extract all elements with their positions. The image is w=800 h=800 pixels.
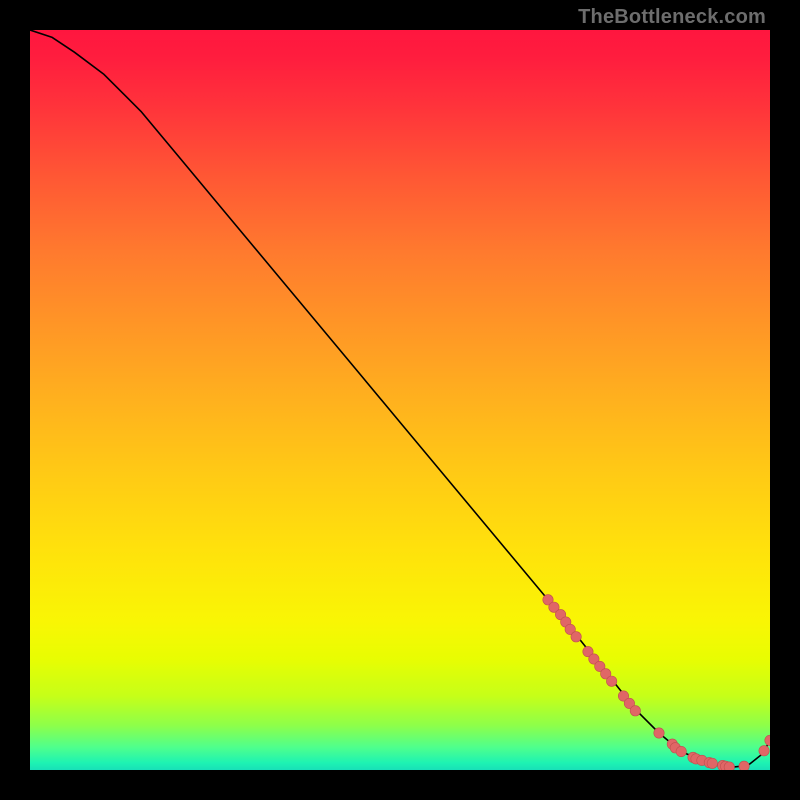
chart-overlay <box>30 30 770 770</box>
curve-marker <box>606 676 616 686</box>
curve-marker <box>724 762 734 770</box>
curve-markers <box>543 595 770 770</box>
curve-marker <box>707 758 717 768</box>
curve-marker <box>571 632 581 642</box>
curve-marker <box>739 761 749 770</box>
curve-marker <box>759 746 769 756</box>
curve-marker <box>676 746 686 756</box>
watermark-text: TheBottleneck.com <box>578 6 766 29</box>
curve-marker <box>630 706 640 716</box>
curve-marker <box>765 735 770 745</box>
chart-stage: { "watermark": "TheBottleneck.com", "col… <box>0 0 800 800</box>
bottleneck-curve <box>30 30 770 767</box>
curve-marker <box>654 728 664 738</box>
